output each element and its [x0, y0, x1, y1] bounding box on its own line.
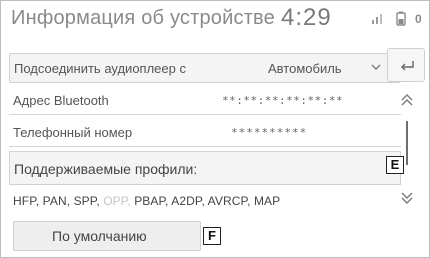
- phone-battery-icon: [395, 11, 407, 32]
- clock: 4:29: [281, 4, 332, 31]
- signal-icon: [371, 11, 385, 30]
- phone-number-row: Телефонный номер **********: [9, 119, 401, 147]
- profile-list-row: HFP, PAN, SPP, OPP, PBAP, A2DP, AVRCP, M…: [9, 187, 401, 215]
- profile-list-dimmed: OPP,: [103, 194, 131, 208]
- profile-list-part2: PBAP, A2DP, AVRCP, MAP: [134, 194, 281, 208]
- scroll-down-icon[interactable]: [398, 189, 416, 212]
- back-button[interactable]: [387, 48, 425, 82]
- phone-number-value: **********: [231, 126, 308, 139]
- bluetooth-address-label: Адрес Bluetooth: [13, 93, 109, 108]
- connect-audio-player-row[interactable]: Подсоединить аудиоплеер с Автомобиль: [9, 53, 401, 83]
- device-info-screen: Информация об устройстве 4:29 0 Подсоеди…: [0, 0, 430, 258]
- scroll-up-icon[interactable]: [398, 91, 416, 114]
- page-title: Информация об устройстве: [11, 7, 275, 29]
- callout-f: F: [203, 227, 221, 245]
- default-button-label: По умолчанию: [52, 228, 147, 244]
- profile-list-part1: HFP, PAN, SPP,: [13, 194, 100, 208]
- back-arrow-icon: [398, 57, 416, 78]
- phone-number-label: Телефонный номер: [13, 125, 133, 140]
- callout-e: E: [386, 156, 404, 174]
- supported-profiles-row: Поддерживаемые профили:: [9, 151, 401, 185]
- battery-level-label: 0: [415, 12, 422, 26]
- bluetooth-address-value: **:**:**:**:**:**: [222, 94, 344, 107]
- chevron-down-icon[interactable]: [370, 60, 382, 79]
- bluetooth-address-row: Адрес Bluetooth **:**:**:**:**:**: [9, 87, 401, 115]
- profile-list: HFP, PAN, SPP, OPP, PBAP, A2DP, AVRCP, M…: [13, 194, 280, 208]
- default-button[interactable]: По умолчанию: [13, 221, 201, 251]
- connect-audio-player-value: Автомобиль: [268, 61, 342, 76]
- header: Информация об устройстве 4:29 0: [1, 1, 430, 45]
- connect-audio-player-label: Подсоединить аудиоплеер с: [14, 61, 186, 76]
- scrollbar[interactable]: [406, 121, 408, 165]
- supported-profiles-label: Поддерживаемые профили:: [14, 161, 198, 177]
